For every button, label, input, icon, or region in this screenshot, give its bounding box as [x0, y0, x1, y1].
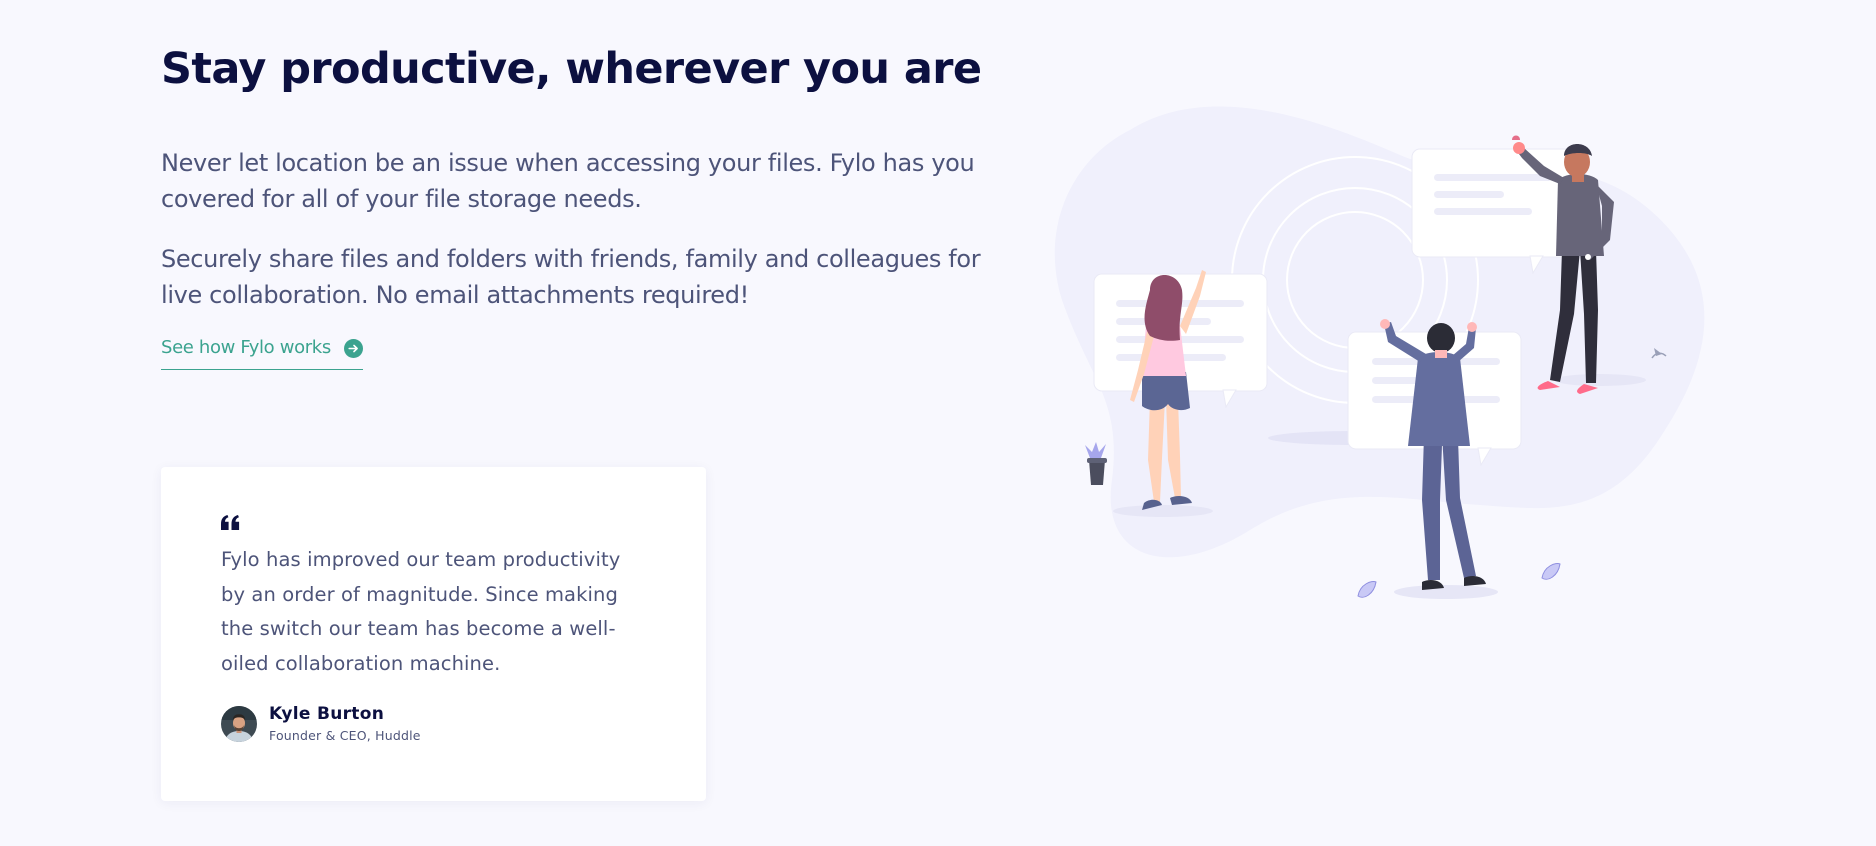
avatar: [221, 705, 257, 742]
quote-mark-icon: [221, 515, 240, 530]
testimonial-author: Kyle Burton Founder & CEO, Huddle: [221, 703, 421, 744]
testimonial-card: Fylo has improved our team productivity …: [161, 467, 706, 801]
testimonial-quote: Fylo has improved our team productivity …: [221, 548, 621, 675]
arrow-circle-right-icon: [344, 339, 363, 358]
intro-paragraph: Never let location be an issue when acce…: [161, 149, 975, 213]
author-role: Founder & CEO, Huddle: [269, 728, 421, 743]
collaboration-paragraph: Securely share files and folders with fr…: [161, 245, 981, 309]
author-name: Kyle Burton: [269, 704, 385, 724]
link-label: See how Fylo works: [161, 337, 331, 358]
see-how-fylo-works-link[interactable]: See how Fylo works: [161, 336, 363, 370]
section-title: Stay productive, wherever you are: [161, 44, 982, 94]
people-collaborating-illustration: [1054, 106, 1705, 599]
person-avatar-icon: [221, 705, 257, 742]
productive-section: Stay productive, wherever you are Never …: [0, 0, 1876, 846]
